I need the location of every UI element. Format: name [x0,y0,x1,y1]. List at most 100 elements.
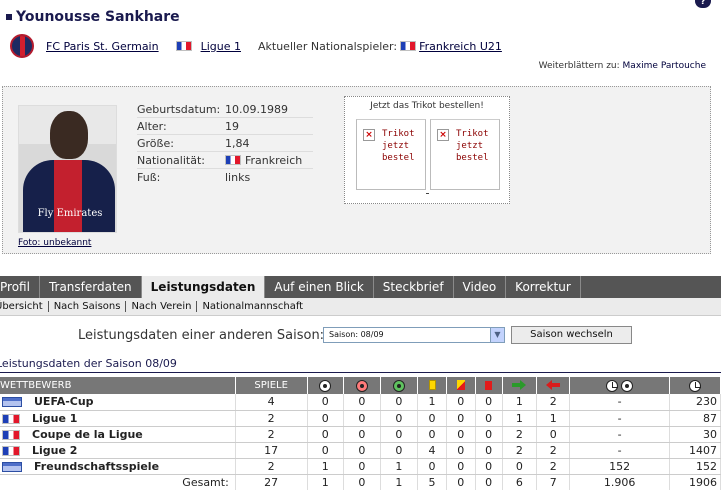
table-body: UEFA-Cup 4 0 0 0 1 0 0 1 2-230 Ligue 1 2 0 0 0 0 0 0 1 1-87… [0,394,721,490]
cell-sub-in: 0 [502,458,538,475]
competition-name[interactable]: Coupe de la Ligue [32,428,143,441]
cell-games: 17 [235,442,308,459]
cell-yellow: 1 [417,394,447,411]
cell-yellow: 0 [417,458,447,475]
total-games: 27 [235,474,308,490]
france-flag-icon [175,41,192,51]
cell-sub-out: 1 [536,410,571,427]
cell-assists: 0 [380,442,419,459]
shop-divider [426,193,429,194]
tab-profil[interactable]: Profil [0,276,40,298]
cup-icon [2,397,22,408]
tab-steckbrief[interactable]: Steckbrief [374,276,454,298]
cell-sub-in: 1 [502,410,538,427]
table-row: Ligue 2 17 0 0 0 4 0 0 2 2-1407 [0,442,721,459]
cell-min-per-goal: - [569,442,671,459]
cell-yellow: 4 [417,442,447,459]
sub-out-icon [546,380,561,390]
league-link[interactable]: Ligue 1 [201,40,241,53]
cell-min-per-goal: - [569,410,671,427]
cell-yellow-red: 0 [446,426,476,443]
competition-name[interactable]: Ligue 1 [32,412,77,425]
cell-assists: 1 [380,458,419,475]
national-team-link[interactable]: Frankreich U21 [419,40,502,53]
total-assists: 1 [380,474,419,490]
col-games[interactable]: SPIELE [235,377,308,394]
table-row: UEFA-Cup 4 0 0 0 1 0 0 1 2-230 [0,394,721,411]
table-row: Ligue 1 2 0 0 0 0 0 0 1 1-87 [0,410,721,427]
season-dropdown[interactable]: Saison: 08/09 ▼ [323,327,505,343]
change-season-button[interactable]: Saison wechseln [511,326,632,344]
sub-in-icon [512,380,527,390]
cell-sub-in: 2 [502,426,538,443]
next-player-nav: Weiterblättern zu: Maxime Partouche [539,61,706,71]
tab-leistungsdaten[interactable]: Leistungsdaten [141,276,266,298]
subnav-nach-verein[interactable]: Nach Verein [126,301,196,312]
cell-red: 0 [475,410,503,427]
total-own-goals: 0 [343,474,381,490]
profile-tabs: Profil Transferdaten Leistungsdaten Auf … [0,276,721,298]
tab-video[interactable]: Video [454,276,507,298]
detail-row-foot: Fuß: links [137,171,251,184]
next-player-label: Weiterblättern zu: [538,61,620,71]
cell-goals: 0 [307,442,345,459]
table-total-row: Gesamt: 27 1 0 1 5 0 0 6 7 1.906 1906 [0,474,721,490]
goal-ball-icon [621,379,634,392]
cell-games: 4 [235,394,308,411]
cell-assists: 0 [380,394,419,411]
cell-goals: 0 [307,410,345,427]
tab-auf-einen-blick[interactable]: Auf einen Blick [265,276,374,298]
total-yellow-red: 0 [446,474,476,490]
club-link[interactable]: FC Paris St. Germain [46,40,159,53]
detail-row-height: Größe: 1,84 [137,135,313,152]
col-competition[interactable]: WETTBEWERB [0,377,236,394]
nationality-value: Frankreich [245,153,303,167]
cell-min-per-goal: 152 [569,458,671,475]
shop-item-2[interactable]: × Trikot jetzt bestel [430,119,500,190]
player-details: Geburtsdatum: 10.09.1989 Alter: 19 Größe… [137,101,313,186]
table-row: Freundschaftsspiele 2 1 0 1 0 0 0 0 2 152 152 [0,458,721,475]
total-min-per-goal: 1.906 [569,474,671,490]
minutes-played-icon [689,379,702,392]
competition-name[interactable]: Ligue 2 [32,444,77,457]
cell-sub-in: 1 [502,394,538,411]
next-player-link[interactable]: Maxime Partouche [623,61,706,71]
photo-credit-link[interactable]: Foto: unbekannt [18,238,91,248]
total-yellow: 5 [417,474,447,490]
cell-sub-out: 2 [536,394,571,411]
own-goal-ball-icon [355,379,368,392]
help-icon[interactable]: ? [695,0,711,8]
table-header-row: WETTBEWERB SPIELE [0,377,721,394]
section-divider [0,372,721,373]
shop-item-1[interactable]: × Trikot jetzt bestel [356,119,426,190]
cell-min-per-goal: - [569,394,671,411]
subnav-nach-saisons[interactable]: Nach Saisons [49,301,126,312]
cell-minutes: 87 [669,410,721,427]
detail-row-age: Alter: 19 [137,118,313,135]
cell-red: 0 [475,442,503,459]
cell-minutes: 1407 [669,442,721,459]
cell-games: 2 [235,426,308,443]
cell-sub-out: 2 [536,442,571,459]
cup-icon [2,461,22,472]
total-minutes: 1906 [669,474,721,490]
assist-ball-icon [392,379,405,392]
cell-games: 2 [235,458,308,475]
tab-transferdaten[interactable]: Transferdaten [40,276,142,298]
subnav-nationalmannschaft[interactable]: Nationalmannschaft [197,301,308,312]
competition-name[interactable]: Freundschaftsspiele [34,460,159,473]
subnav-uebersicht[interactable]: Übersicht [0,301,48,312]
total-goals: 1 [307,474,345,490]
flag-icon [2,413,20,424]
section-title: Leistungsdaten der Saison 08/09 [0,357,177,370]
cell-minutes: 230 [669,394,721,411]
tab-korrektur[interactable]: Korrektur [506,276,581,298]
competition-name[interactable]: UEFA-Cup [34,395,94,408]
cell-yellow: 0 [417,410,447,427]
cell-assists: 0 [380,426,419,443]
chevron-down-icon[interactable]: ▼ [490,328,504,342]
cell-yellow-red: 0 [446,442,476,459]
cell-yellow-red: 0 [446,410,476,427]
cell-red: 0 [475,426,503,443]
shop-title: Jetzt das Trikot bestellen! [370,101,484,111]
